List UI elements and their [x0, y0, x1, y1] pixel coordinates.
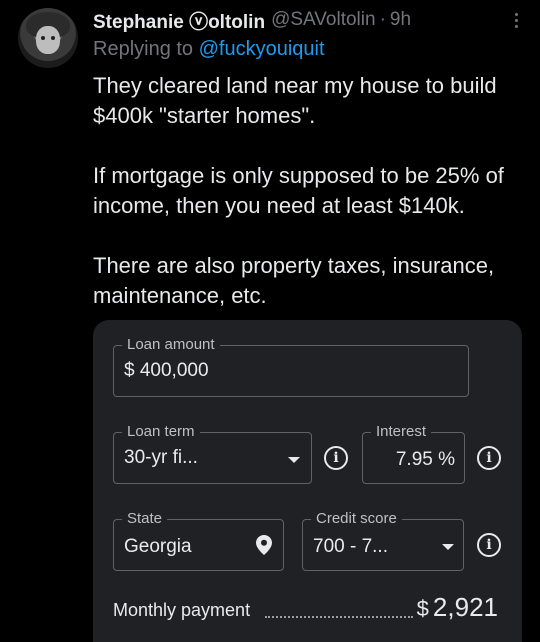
location-pin-icon[interactable] [256, 535, 272, 555]
interest-value: 7.95 % [395, 449, 455, 470]
timestamp[interactable]: 9h [390, 9, 411, 31]
mortgage-calculator-card: Loan amount $ 400,000 Loan term 30-yr fi… [93, 320, 522, 642]
avatar-eye [41, 36, 45, 40]
credit-score-label: Credit score [311, 510, 402, 528]
credit-score-info-icon[interactable]: i [477, 533, 501, 557]
state-label: State [122, 510, 168, 528]
more-options-icon[interactable] [506, 9, 526, 31]
dotted-leader [265, 616, 413, 618]
avatar[interactable] [18, 8, 78, 68]
monthly-payment-amount: 2,921 [432, 592, 498, 622]
author-handle[interactable]: @SAVoltolin [271, 9, 376, 31]
avatar-eye [51, 36, 55, 40]
loan-term-value: 30-yr fi... [124, 447, 198, 468]
tweet-paragraph: They cleared land near my house to build… [93, 73, 497, 128]
interest-field[interactable]: Interest 7.95 % [362, 423, 465, 484]
loan-term-select[interactable]: Loan term 30-yr fi... [113, 423, 312, 484]
monthly-payment-label: Monthly payment [113, 600, 251, 620]
tweet-text: They cleared land near my house to build… [93, 71, 533, 311]
state-field[interactable]: State Georgia [113, 510, 284, 571]
loan-amount-value: $ 400,000 [124, 360, 209, 381]
author-name[interactable]: Stephanie ⓥoltolin [93, 7, 265, 34]
tweet-header: Stephanie ⓥoltolin @SAVoltolin · 9h [93, 7, 526, 33]
credit-score-select[interactable]: Credit score 700 - 7... [302, 510, 464, 571]
loan-term-label: Loan term [122, 423, 200, 441]
replying-mention-link[interactable]: @fuckyouiquit [199, 38, 325, 60]
chevron-down-icon [442, 544, 454, 550]
interest-info-icon[interactable]: i [477, 446, 501, 470]
tweet-paragraph: There are also property taxes, insurance… [93, 253, 495, 308]
interest-label: Interest [371, 423, 432, 441]
loan-term-info-icon[interactable]: i [324, 446, 348, 470]
currency-symbol: $ [416, 596, 429, 621]
replying-to: Replying to @fuckyouiquit [93, 38, 325, 61]
state-value: Georgia [124, 536, 192, 557]
loan-amount-label: Loan amount [122, 336, 220, 354]
separator: · [379, 9, 386, 30]
monthly-payment-value: $2,921 [417, 592, 498, 623]
avatar-face [36, 26, 60, 54]
chevron-down-icon [288, 457, 300, 463]
credit-score-value: 700 - 7... [313, 536, 388, 557]
replying-prefix: Replying to [93, 38, 194, 60]
loan-amount-field[interactable]: Loan amount $ 400,000 [113, 336, 469, 397]
tweet-paragraph: If mortgage is only supposed to be 25% o… [93, 163, 504, 218]
